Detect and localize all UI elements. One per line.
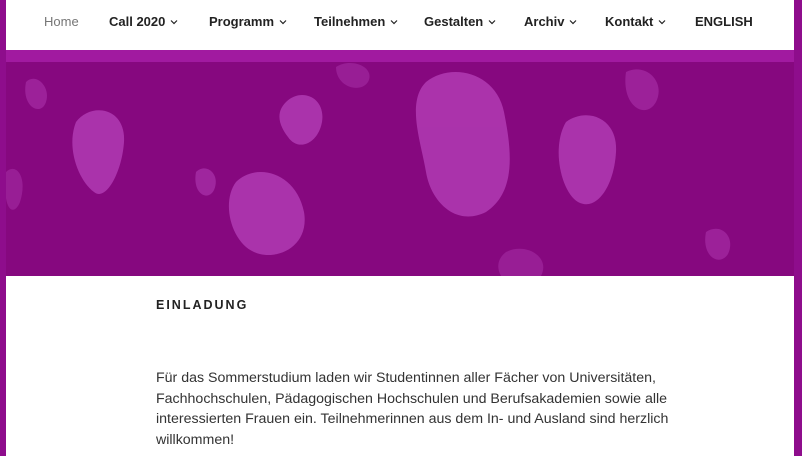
nav-item-english[interactable]: ENGLISH [695, 14, 753, 29]
nav-item-home[interactable]: Home [44, 14, 79, 29]
main-content: EINLADUNG Für das Sommerstudium laden wi… [6, 276, 794, 456]
nav-item-label: Gestalten [424, 14, 484, 29]
nav-item-call-2020[interactable]: Call 2020 [109, 14, 178, 29]
nav-item-archiv[interactable]: Archiv [524, 14, 577, 29]
header-image [6, 62, 794, 276]
intro-paragraph: Für das Sommerstudium laden wir Studenti… [156, 370, 669, 448]
chevron-down-icon [488, 19, 496, 24]
chevron-down-icon [658, 19, 666, 24]
chevron-down-icon [390, 19, 398, 24]
decorative-blob-pattern [6, 62, 794, 276]
chevron-down-icon [279, 19, 287, 24]
nav-item-teilnehmen[interactable]: Teilnehmen [314, 14, 398, 29]
nav-item-label: Kontakt [605, 14, 654, 29]
nav-item-kontakt[interactable]: Kontakt [605, 14, 666, 29]
nav-item-label: Home [44, 14, 79, 29]
nav-item-label: Archiv [524, 14, 565, 29]
nav-item-gestalten[interactable]: Gestalten [424, 14, 496, 29]
page-title: EINLADUNG [156, 298, 249, 312]
nav-item-label: Call 2020 [109, 14, 166, 29]
chevron-down-icon [170, 19, 178, 24]
chevron-down-icon [570, 19, 577, 24]
header-band [6, 50, 794, 62]
page-frame: Home Call 2020 Programm Teilnehmen Gesta… [6, 0, 794, 456]
nav-item-programm[interactable]: Programm [209, 14, 287, 29]
nav-item-label: Programm [209, 14, 275, 29]
nav-item-label: Teilnehmen [314, 14, 386, 29]
nav-item-label: ENGLISH [695, 14, 753, 29]
main-navigation: Home Call 2020 Programm Teilnehmen Gesta… [6, 0, 794, 51]
